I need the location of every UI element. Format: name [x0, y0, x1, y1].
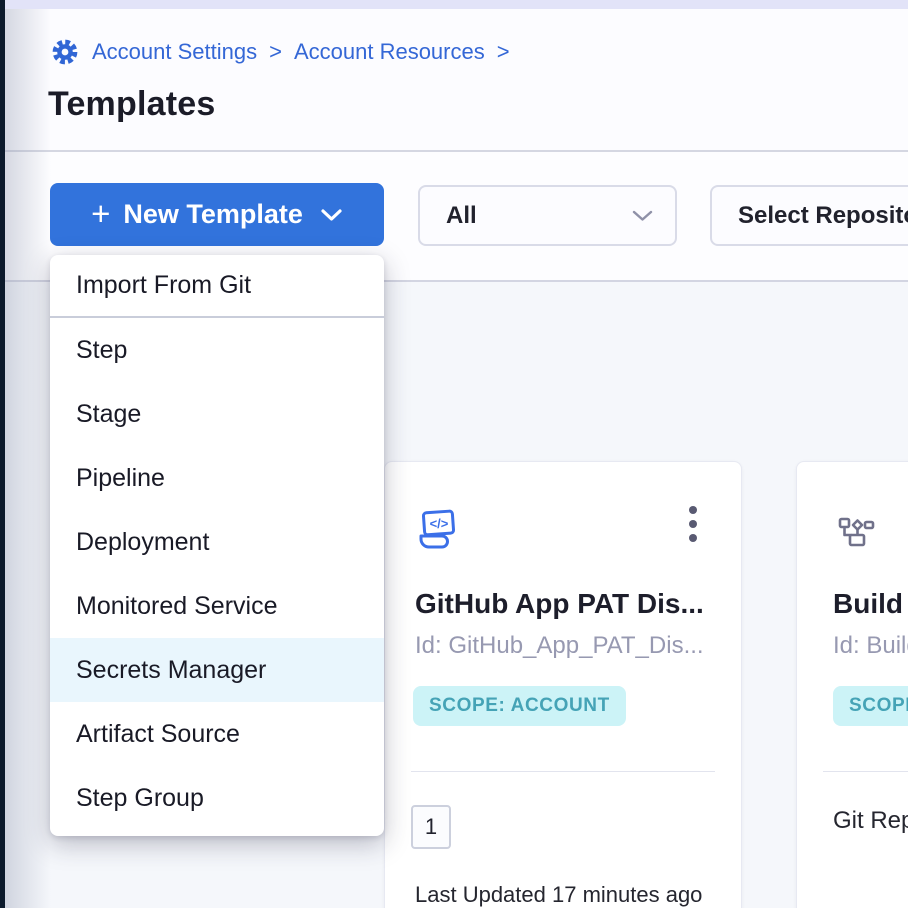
menu-item-step[interactable]: Step: [50, 318, 384, 382]
breadcrumb-separator: >: [269, 39, 282, 65]
template-card-github-app-pat[interactable]: </> GitHub App PAT Dis... Id: GitHub_App…: [384, 461, 742, 908]
breadcrumb-account-settings[interactable]: Account Settings: [92, 39, 257, 65]
version-chip[interactable]: 1: [411, 805, 451, 849]
gear-icon: [50, 37, 80, 67]
template-type-filter-select[interactable]: All: [418, 185, 677, 246]
page-title: Templates: [48, 85, 215, 124]
breadcrumb: Account Settings > Account Resources >: [50, 37, 510, 67]
chevron-down-icon: [320, 207, 343, 222]
left-edge-rail: [0, 0, 5, 908]
code-template-icon: </>: [413, 506, 461, 559]
chevron-down-icon: [632, 209, 653, 222]
top-accent-strip: [0, 0, 908, 9]
menu-item-step-group[interactable]: Step Group: [50, 766, 384, 830]
menu-item-import-from-git[interactable]: Import From Git: [50, 255, 384, 316]
breadcrumb-separator: >: [497, 39, 510, 65]
card-divider: [411, 771, 715, 772]
menu-item-pipeline[interactable]: Pipeline: [50, 446, 384, 510]
menu-item-secrets-manager[interactable]: Secrets Manager: [50, 638, 384, 702]
page-header: Account Settings > Account Resources > T…: [0, 9, 908, 152]
new-template-dropdown-menu: Import From Git Step Stage Pipeline Depl…: [50, 255, 384, 836]
template-card-id: Id: GitHub_App_PAT_Dis...: [415, 632, 704, 660]
repository-filter-label: Select Repository: [738, 202, 908, 230]
breadcrumb-account-resources[interactable]: Account Resources: [294, 39, 485, 65]
template-card-id: Id: Build_Stage: [833, 632, 908, 660]
new-template-button-label: New Template: [123, 199, 303, 230]
plus-icon: +: [91, 197, 110, 230]
new-template-button[interactable]: + New Template: [50, 183, 384, 246]
menu-item-deployment[interactable]: Deployment: [50, 510, 384, 574]
menu-item-monitored-service[interactable]: Monitored Service: [50, 574, 384, 638]
git-repo-text: Git Repo: [833, 807, 908, 835]
template-type-filter-value: All: [446, 202, 477, 230]
template-card-title: GitHub App PAT Dis...: [415, 588, 704, 620]
template-card-build-stage[interactable]: Build Stage Id: Build_Stage SCOPE: ACCOU…: [796, 461, 908, 908]
card-divider: [823, 771, 908, 772]
last-updated-text: Last Updated 17 minutes ago: [415, 882, 702, 908]
menu-item-artifact-source[interactable]: Artifact Source: [50, 702, 384, 766]
card-options-kebab-icon[interactable]: [685, 502, 701, 546]
scope-badge: SCOPE: ACCOUNT: [413, 686, 626, 726]
menu-item-stage[interactable]: Stage: [50, 382, 384, 446]
repository-filter-select[interactable]: Select Repository: [710, 185, 908, 246]
scope-badge: SCOPE: ACCOUNT: [833, 686, 908, 726]
stage-template-icon: [837, 515, 877, 560]
template-card-title: Build Stage: [833, 588, 908, 620]
svg-text:</>: </>: [430, 516, 449, 531]
